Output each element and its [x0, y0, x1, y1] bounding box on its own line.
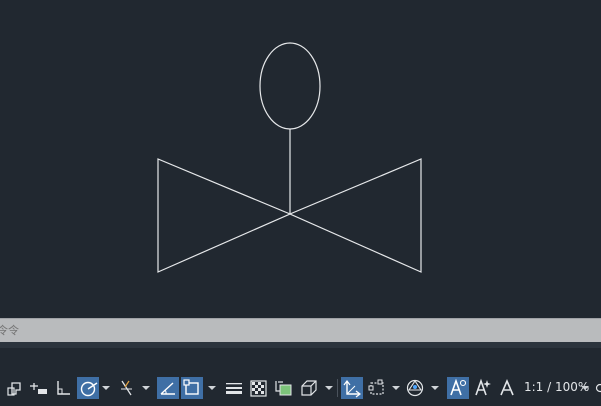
valve-right-triangle[interactable]: [288, 158, 422, 273]
polar-tracking-dropdown[interactable]: [101, 377, 111, 399]
chevron-down-icon: [142, 386, 150, 390]
lineweight-button[interactable]: [223, 377, 245, 399]
ortho-button[interactable]: [53, 377, 75, 399]
selection-cycling-icon: [275, 381, 292, 396]
gizmo-button[interactable]: [404, 377, 426, 399]
selection-filter-dropdown[interactable]: [391, 377, 401, 399]
3d-osnap-button[interactable]: [298, 377, 320, 399]
3d-osnap-dropdown[interactable]: [324, 377, 334, 399]
isodraft-dropdown[interactable]: [141, 377, 151, 399]
chevron-down-icon: [208, 386, 216, 390]
valve-actuator-ellipse[interactable]: [259, 42, 321, 130]
selection-filter-button[interactable]: [366, 377, 388, 399]
chevron-down-icon: [581, 386, 589, 390]
annotation-visibility-icon: [450, 378, 467, 396]
auto-scale-icon: [475, 378, 491, 396]
object-snap-button[interactable]: [181, 377, 203, 399]
gizmo-icon: [406, 379, 424, 397]
object-snap-dropdown[interactable]: [207, 377, 217, 399]
dynamic-ucs-button[interactable]: [157, 377, 179, 399]
polar-tracking-icon: [80, 381, 98, 397]
polar-tracking-button[interactable]: [77, 377, 99, 399]
annotation-scale-icon: [500, 378, 514, 396]
transparency-icon: [250, 380, 267, 397]
3d-osnap-icon: [301, 380, 317, 396]
drawing-svg: [157, 42, 422, 273]
object-snap-icon: [183, 379, 199, 395]
chevron-down-icon: [392, 386, 400, 390]
selection-cycling-button[interactable]: [272, 377, 294, 399]
status-bar: 1:1 / 100%: [0, 348, 601, 406]
model-space-icon: [7, 382, 21, 396]
command-line[interactable]: [0, 318, 601, 342]
chevron-down-icon: [431, 386, 439, 390]
auto-scale-button[interactable]: [472, 377, 494, 399]
chevron-down-icon: [102, 386, 110, 390]
isodraft-button[interactable]: [116, 377, 138, 399]
dynamic-ucs-icon: [160, 382, 175, 395]
model-space-button[interactable]: [4, 377, 24, 399]
dynamic-input-icon: [343, 380, 361, 398]
autocad-window: 1:1 / 100%: [0, 0, 601, 406]
annotation-visibility-button[interactable]: [447, 377, 469, 399]
status-separator: [337, 379, 338, 397]
isodraft-icon: [121, 380, 132, 396]
annotation-scale-button[interactable]: [497, 377, 519, 399]
gear-icon: [595, 383, 601, 393]
chevron-down-icon: [325, 386, 333, 390]
status-bar-row: 1:1 / 100%: [0, 377, 601, 401]
gizmo-dropdown[interactable]: [430, 377, 440, 399]
command-input[interactable]: [0, 319, 598, 342]
snap-button[interactable]: [28, 377, 50, 399]
selection-filter-icon: [368, 379, 384, 395]
more-status-button[interactable]: [594, 377, 601, 399]
dynamic-input-button[interactable]: [341, 377, 363, 399]
lineweight-icon: [226, 383, 242, 394]
grid-snap-icon: [30, 383, 47, 394]
annotation-scale-dropdown[interactable]: [580, 377, 590, 399]
transparency-button[interactable]: [248, 377, 270, 399]
valve-left-triangle[interactable]: [157, 158, 292, 273]
ortho-icon: [57, 381, 70, 395]
drawing-canvas[interactable]: [0, 0, 601, 318]
